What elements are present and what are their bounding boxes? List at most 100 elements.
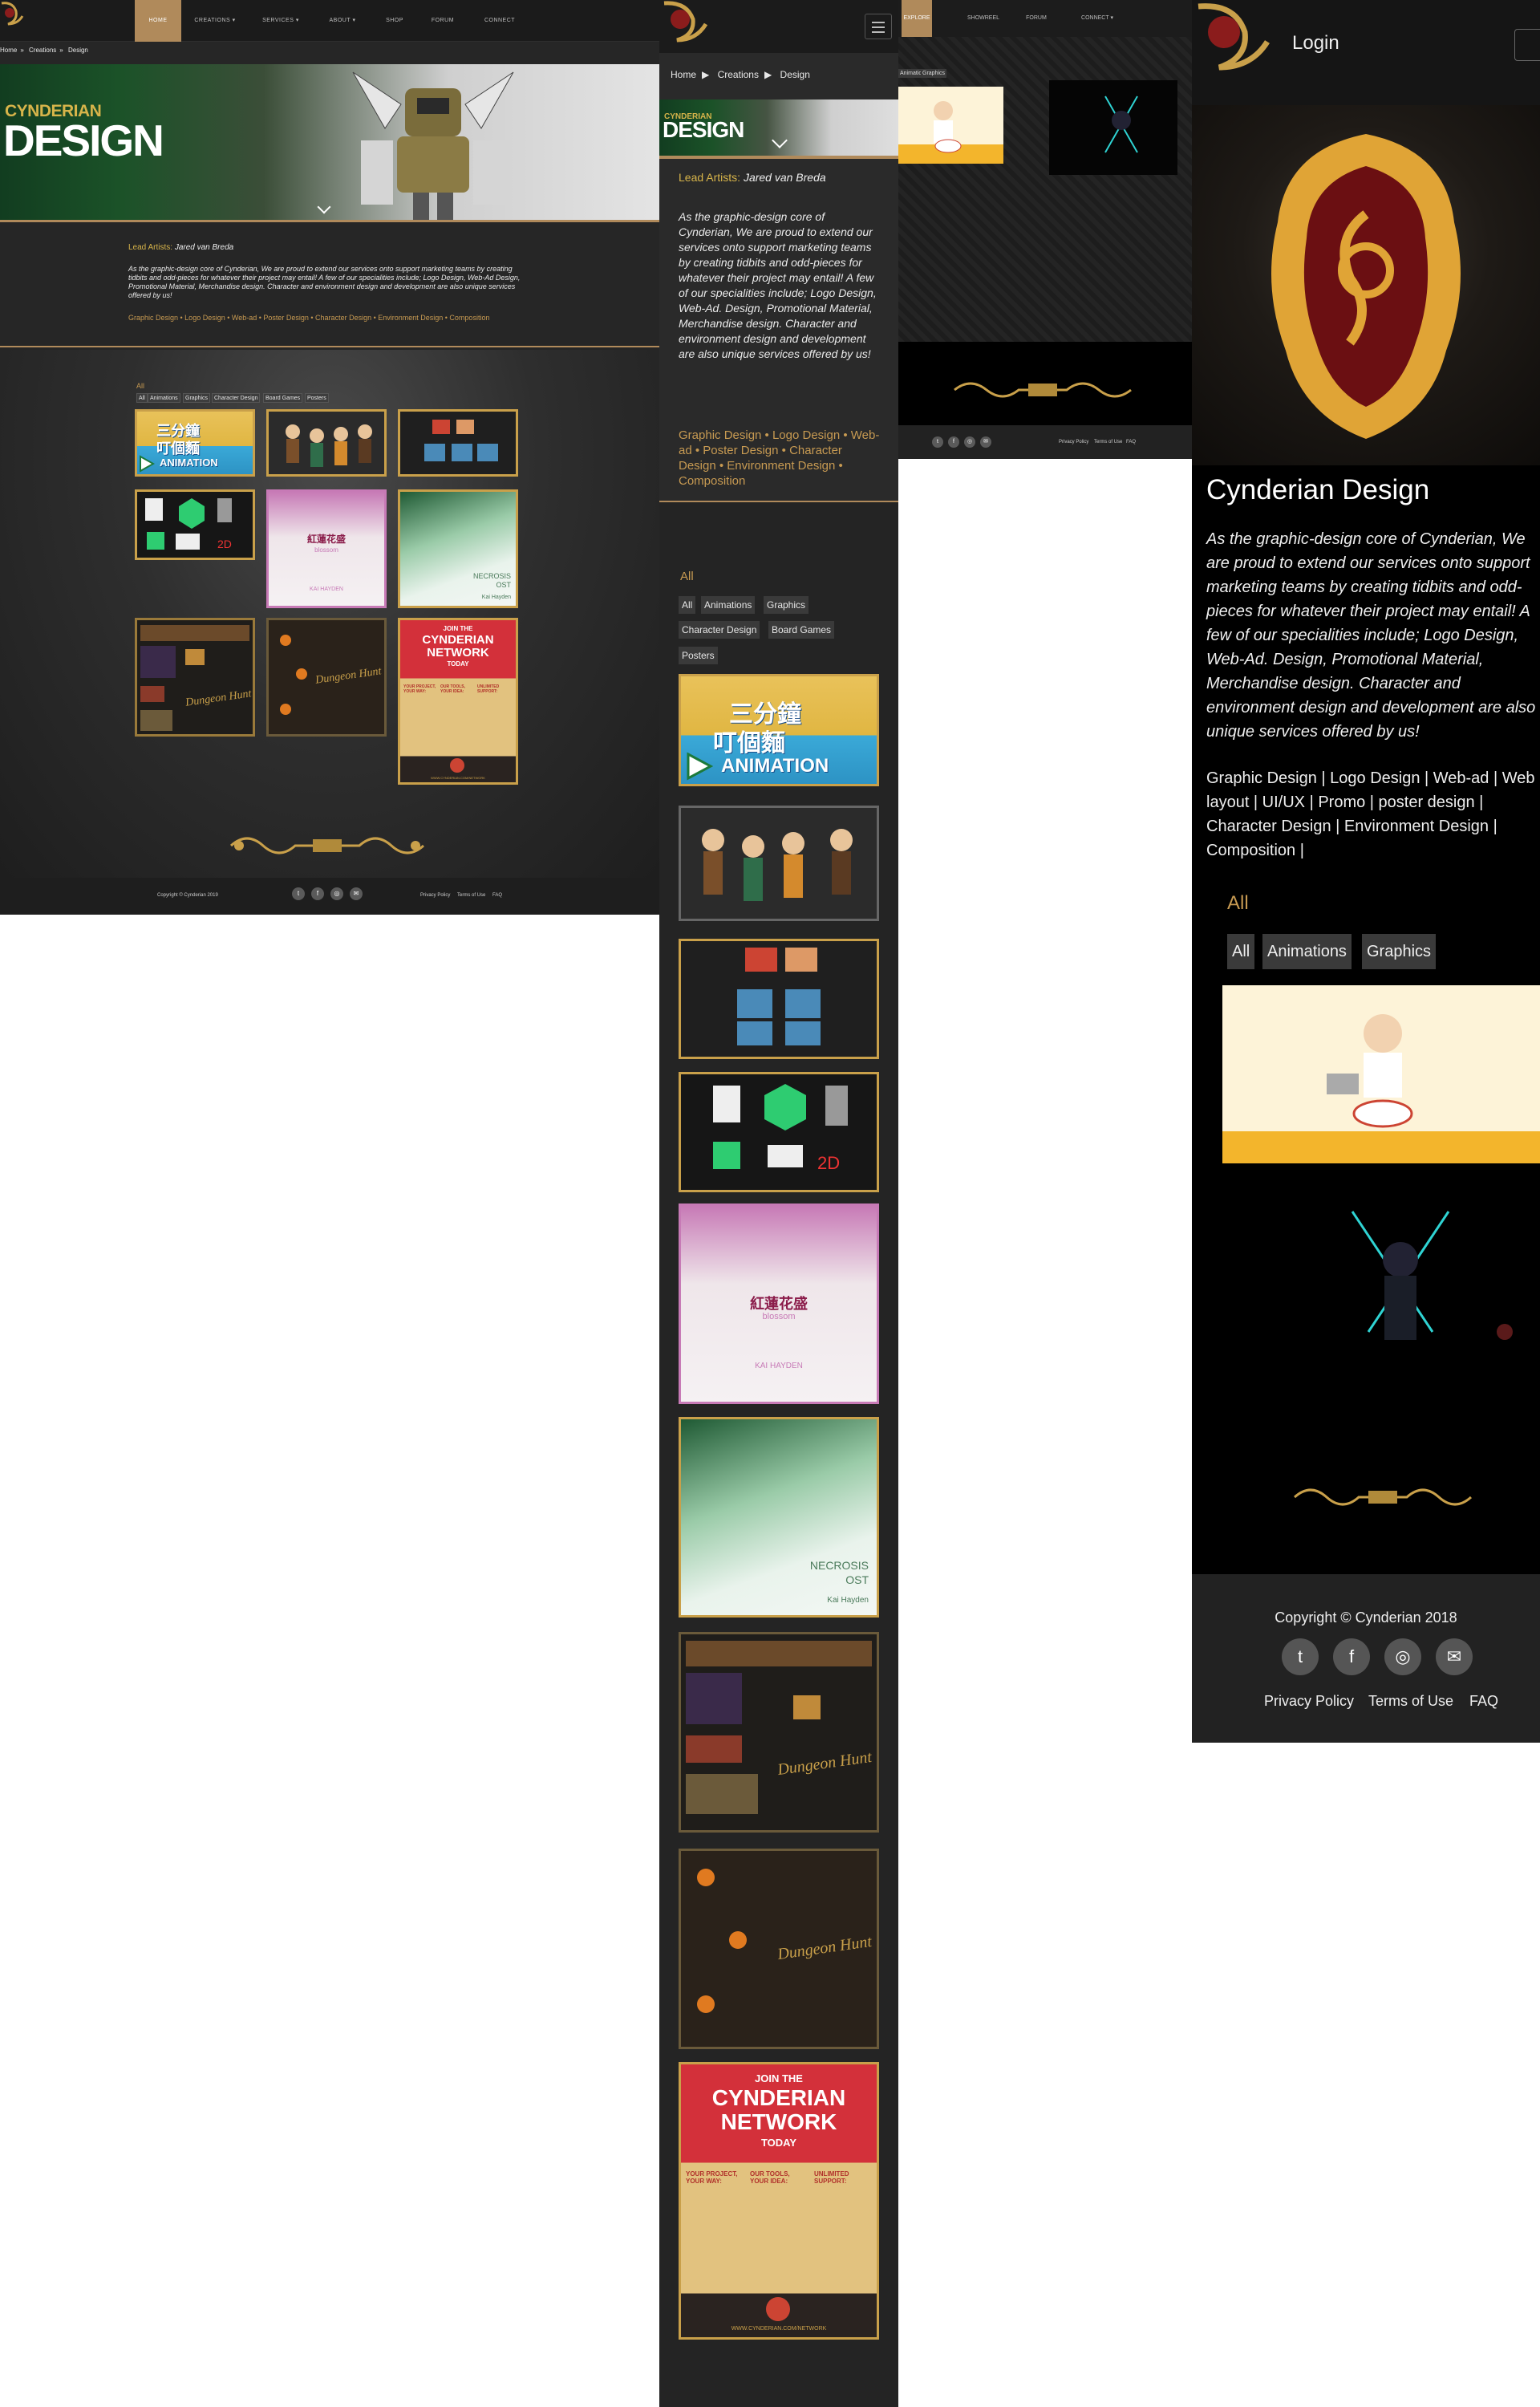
thumb-blossom-poster[interactable]: 紅蓮花盛 blossom KAI HAYDEN [679,1204,879,1404]
nav-connect[interactable]: CONNECT ▾ [1073,0,1121,37]
filter-character-design[interactable]: Character Design [679,621,760,639]
nav-forum[interactable]: FORUM [1020,0,1052,37]
thumb-necrosis-poster[interactable]: NECROSIS OST Kai Hayden [398,489,518,608]
instagram-icon[interactable]: ◎ [1384,1638,1421,1675]
divider [659,156,898,159]
filter-all[interactable]: All [1227,934,1255,969]
thumb-dungeon-hunt-cards[interactable]: Dungeon Hunt [135,618,255,737]
filter-graphics[interactable]: Graphics [764,596,809,614]
filter-graphics[interactable]: Graphics [921,69,947,78]
thumb-text: 紅蓮花盛 [306,534,346,545]
thumb-character-group[interactable] [266,409,387,477]
logo-emblem[interactable] [659,0,719,53]
filter-posters[interactable]: Posters [679,647,718,664]
nav-explore[interactable]: EXPLORE ▾ [902,0,932,58]
filter-character-design[interactable]: Character Design [212,393,261,403]
email-icon[interactable]: ✉ [1436,1638,1473,1675]
hamburger-icon[interactable] [865,14,892,39]
copyright: Copyright © Cynderian 2019 [157,893,218,898]
filter-graphics[interactable]: Graphics [183,393,211,403]
thumb-network-poster[interactable]: JOIN THE CYNDERIAN NETWORK TODAY YOUR PR… [679,2062,879,2340]
crumb-creations[interactable]: Creations [29,47,56,54]
thumb-noodle-animation[interactable]: 三分鐘 叮個麵 ANIMATION [135,409,255,477]
thumb-icon-set[interactable]: 2D [135,489,255,560]
footer-link-faq[interactable]: FAQ [1126,440,1136,444]
nav-creations[interactable]: CREATIONS ▾ [186,0,244,42]
thumb-noodle-animation[interactable]: 三分鐘 叮個麵 ANIMATION [679,674,879,786]
footer-link-terms[interactable]: Terms of Use [1094,440,1122,444]
thumb-chef-animation[interactable] [1222,985,1540,1163]
twitter-icon[interactable]: t [292,887,305,900]
footer-link-faq[interactable]: FAQ [1469,1693,1498,1710]
thumb-food-graphics[interactable] [679,939,879,1059]
ornament-divider [954,382,1132,398]
thumb-text: 叮個麵 [713,730,785,757]
email-icon[interactable]: ✉ [350,887,363,900]
instagram-icon[interactable]: ◎ [964,436,975,448]
thumb-necrosis-poster[interactable]: NECROSIS OST Kai Hayden [679,1417,879,1618]
instagram-icon[interactable]: ◎ [330,887,343,900]
filter-posters[interactable]: Posters [305,393,329,403]
breadcrumb: Home ▶ Creations ▶ Design [671,69,816,80]
twitter-icon[interactable]: t [1282,1638,1319,1675]
login-link[interactable]: Login [1292,32,1339,55]
mobile-view: Home ▶ Creations ▶ Design CYNDERIAN DESIGN… [659,0,898,2407]
footer-link-privacy[interactable]: Privacy Policy [1264,1693,1354,1710]
nav-showreel[interactable]: SHOWREEL [962,0,1004,37]
thumb-dungeon-hunt-cards[interactable]: Dungeon Hunt [679,1632,879,1833]
filter-animations[interactable]: Animations [1262,934,1352,969]
ornate-emblem [1271,134,1461,439]
twitter-icon[interactable]: t [932,436,943,448]
crumb-creations[interactable]: Creations [718,69,759,80]
nav-shop[interactable]: SHOP [377,0,412,42]
filter-animations[interactable]: Animations [701,596,756,614]
footer-link-terms[interactable]: Terms of Use [1368,1693,1453,1710]
nav-about[interactable]: ABOUT ▾ [318,0,367,42]
filter-board-games[interactable]: Board Games [768,621,835,639]
chevron-down-icon[interactable] [772,132,788,148]
filter-board-games[interactable]: Board Games [263,393,303,403]
thumb-icon-set[interactable]: 2D [679,1072,879,1192]
footer-link-privacy[interactable]: Privacy Policy [420,893,450,898]
thumb-network-poster[interactable]: JOIN THE CYNDERIAN NETWORK TODAY YOUR PR… [398,618,518,785]
nav-connect-label: CONNECT [1081,15,1109,21]
filter-all[interactable]: All [136,393,148,403]
crumb-home[interactable]: Home [0,47,17,54]
crumb-home[interactable]: Home [671,69,696,80]
thumb-chef-animation[interactable] [898,87,1003,164]
footer-link-privacy[interactable]: Privacy Policy [1059,440,1088,444]
footer-link-terms[interactable]: Terms of Use [457,893,485,898]
nav-forum[interactable]: FORUM [422,0,464,42]
thumb-text: CYNDERIAN [711,2085,846,2110]
thumb-robot-art[interactable] [1049,80,1177,175]
thumb-robot-art[interactable] [1304,1195,1537,1380]
thumb-text: blossom [314,546,338,554]
thumb-food-graphics[interactable] [398,409,518,477]
thumb-text: YOUR PROJECT, YOUR WAY: [686,2170,738,2185]
thumb-dungeon-hunt-tiles[interactable]: Dungeon Hunt [679,1849,879,2049]
play-icon [687,752,713,781]
filter-graphics[interactable]: Graphics [1362,934,1437,969]
nav-services[interactable]: SERVICES ▾ [253,0,308,42]
service-tags: Graphic Design | Logo Design | Web-ad | … [1206,769,1535,859]
facebook-icon[interactable]: f [1333,1638,1370,1675]
crumb-separator: » [59,47,63,54]
filter-all[interactable]: All [679,596,696,614]
email-icon[interactable]: ✉ [980,436,991,448]
nav-home[interactable]: HOME [135,0,181,42]
robot-illustration [1351,1211,1513,1340]
facebook-icon[interactable]: f [948,436,959,448]
logo-emblem[interactable] [1192,0,1288,88]
crumb-design: Design [67,47,88,54]
thumb-dungeon-hunt-tiles[interactable]: Dungeon Hunt [266,618,387,737]
hamburger-icon[interactable] [1514,29,1540,61]
thumb-blossom-poster[interactable]: 紅蓮花盛 blossom KAI HAYDEN [266,489,387,608]
footer-link-faq[interactable]: FAQ [492,893,502,898]
filter-animations[interactable]: Animations [148,393,180,403]
facebook-icon[interactable]: f [311,887,324,900]
flame-icon [766,2297,790,2321]
thumb-text: NECROSIS [809,1559,869,1572]
nav-connect[interactable]: CONNECT [473,0,526,42]
logo-emblem[interactable] [0,0,27,32]
thumb-character-group[interactable] [679,806,879,921]
